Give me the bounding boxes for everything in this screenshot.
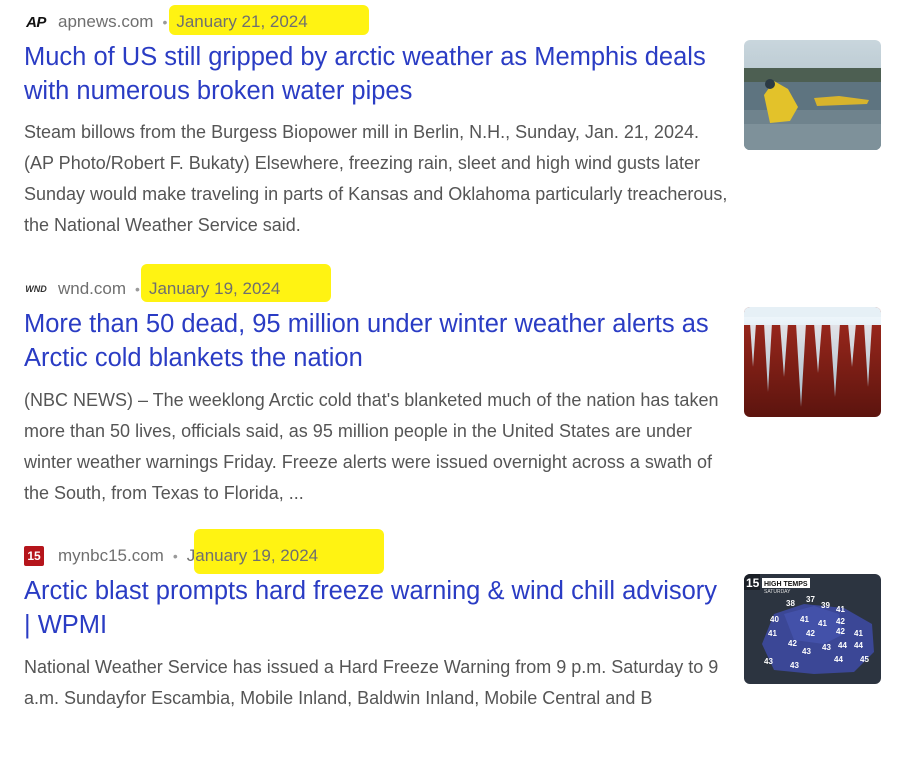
result-meta: 15 mynbc15.com • January 19, 2024	[24, 544, 318, 568]
thumb-temp: 42	[788, 639, 797, 648]
result-snippet: (NBC NEWS) – The weeklong Arctic cold th…	[24, 390, 719, 503]
result-thumbnail[interactable]: 15 HIGH TEMPS SATURDAY 38 37 39 41 40 41…	[744, 574, 881, 684]
thumb-temp: 39	[821, 601, 830, 610]
thumb-temp: 44	[854, 641, 863, 650]
result-date: January 19, 2024	[186, 546, 319, 565]
thumb-logo: 15	[746, 576, 760, 590]
thumb-temp: 42	[836, 617, 845, 626]
result-date: January 19, 2024	[148, 279, 281, 298]
thumb-subheading: SATURDAY	[764, 589, 791, 595]
result-meta: WND wnd.com • January 19, 2024	[24, 277, 280, 301]
result-title-link[interactable]: More than 50 dead, 95 million under wint…	[24, 307, 724, 375]
thumb-temp: 38	[786, 599, 795, 608]
wnd-favicon-icon: WND	[25, 284, 47, 294]
search-result: 15 mynbc15.com • January 19, 2024 Arctic…	[24, 529, 884, 763]
thumb-temp: 41	[854, 629, 863, 638]
source-domain[interactable]: apnews.com	[58, 12, 153, 32]
thumb-temp: 37	[806, 595, 815, 604]
result-meta: AP apnews.com • January 21, 2024	[24, 10, 308, 34]
search-result: AP apnews.com • January 21, 2024 Much of…	[24, 0, 884, 250]
ap-favicon-icon: AP	[26, 13, 46, 31]
result-title-link[interactable]: Much of US still gripped by arctic weath…	[24, 40, 724, 108]
thumb-temp: 42	[806, 629, 815, 638]
result-date: January 21, 2024	[176, 12, 308, 31]
thumb-temp: 41	[836, 605, 845, 614]
thumb-temp: 43	[790, 661, 799, 670]
thumb-temp: 45	[860, 655, 869, 664]
separator-dot: •	[135, 281, 140, 297]
source-domain[interactable]: mynbc15.com	[58, 546, 164, 566]
search-result: WND wnd.com • January 19, 2024 More than…	[24, 264, 884, 517]
source-domain[interactable]: wnd.com	[58, 279, 126, 299]
separator-dot: •	[162, 14, 168, 30]
thumb-temp: 41	[768, 629, 777, 638]
result-snippet: National Weather Service has issued a Ha…	[24, 657, 719, 708]
thumb-temp: 40	[770, 615, 779, 624]
result-title-link[interactable]: Arctic blast prompts hard freeze warning…	[24, 574, 724, 642]
thumb-temp: 41	[818, 619, 827, 628]
thumb-heading: HIGH TEMPS	[764, 581, 808, 588]
nbc15-favicon-icon: 15	[24, 546, 44, 566]
separator-dot: •	[172, 548, 178, 564]
thumb-temp: 43	[802, 647, 811, 656]
result-thumbnail[interactable]	[744, 307, 881, 417]
thumb-temp: 43	[764, 657, 773, 666]
thumb-temp: 42	[836, 627, 845, 636]
thumb-temp: 44	[838, 641, 847, 650]
result-thumbnail[interactable]	[744, 40, 881, 150]
thumb-temp: 43	[822, 643, 831, 652]
thumb-temp: 44	[834, 655, 843, 664]
result-snippet: Steam billows from the Burgess Biopower …	[24, 122, 728, 235]
thumb-temp: 41	[800, 615, 809, 624]
